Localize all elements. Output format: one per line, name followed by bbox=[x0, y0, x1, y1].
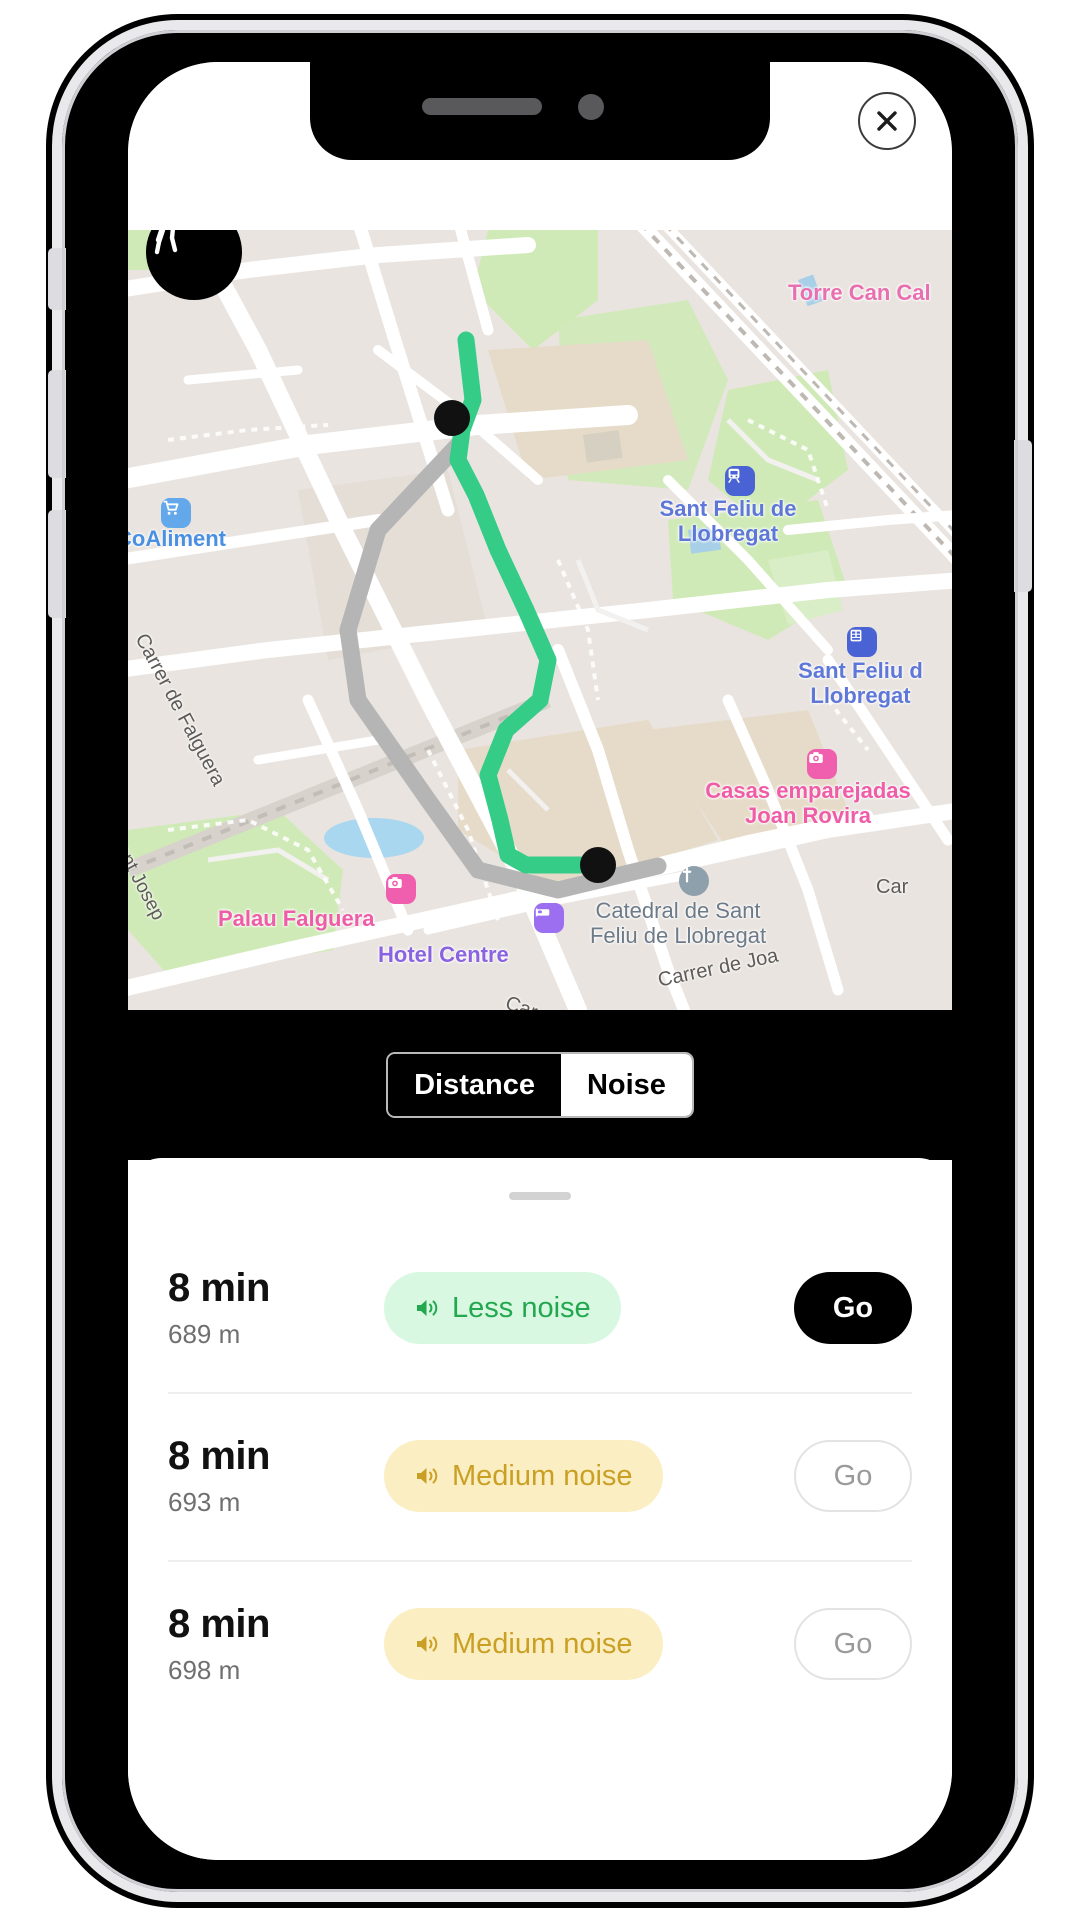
phone-screen: Torre Can Cal CoAliment Sant Feliu de Ll… bbox=[128, 62, 952, 1860]
walking-person-icon bbox=[154, 230, 178, 255]
go-button[interactable]: Go bbox=[794, 1608, 912, 1680]
poi-pin-catedral[interactable] bbox=[679, 866, 709, 896]
noise-badge[interactable]: Medium noise bbox=[384, 1440, 663, 1512]
poi-pin-sant-feliu-station[interactable] bbox=[725, 466, 755, 496]
street-label-car-right: Car bbox=[876, 876, 909, 898]
mode-toggle-band: Distance Noise bbox=[128, 1010, 952, 1160]
poi-pin-hotel-centre[interactable] bbox=[534, 903, 564, 933]
volume-icon bbox=[417, 1300, 438, 1316]
noise-badge-label: Medium noise bbox=[452, 1627, 633, 1660]
noise-badge[interactable]: Less noise bbox=[384, 1272, 621, 1344]
toggle-option-distance[interactable]: Distance bbox=[388, 1054, 561, 1116]
earpiece-speaker bbox=[422, 98, 542, 115]
go-button[interactable]: Go bbox=[794, 1272, 912, 1344]
go-button[interactable]: Go bbox=[794, 1440, 912, 1512]
routes-bottom-sheet: 8 min 689 m Less noise Go 8 min 693 m Me… bbox=[128, 1158, 952, 1860]
volume-icon bbox=[417, 1468, 438, 1484]
shopping-cart-icon bbox=[163, 500, 179, 515]
poi-pin-palau-falguera[interactable] bbox=[386, 874, 416, 904]
route-duration: 8 min bbox=[168, 1434, 270, 1478]
route-row[interactable]: 8 min 689 m Less noise Go bbox=[128, 1224, 952, 1392]
route-distance: 698 m bbox=[168, 1655, 241, 1685]
tram-icon bbox=[850, 629, 862, 642]
route-end-marker[interactable] bbox=[580, 847, 616, 883]
route-distance: 693 m bbox=[168, 1487, 241, 1517]
volume-icon bbox=[417, 1636, 438, 1652]
silent-switch[interactable] bbox=[48, 248, 66, 310]
route-summary: 8 min 693 m bbox=[168, 1434, 384, 1518]
church-icon bbox=[682, 867, 692, 883]
map-canvas[interactable]: Torre Can Cal CoAliment Sant Feliu de Ll… bbox=[128, 230, 952, 1010]
noise-badge[interactable]: Medium noise bbox=[384, 1608, 663, 1680]
camera-icon bbox=[388, 877, 402, 888]
power-button[interactable] bbox=[1014, 440, 1032, 592]
route-duration: 8 min bbox=[168, 1602, 270, 1646]
front-camera bbox=[578, 94, 604, 120]
sheet-drag-handle[interactable] bbox=[509, 1192, 571, 1200]
route-summary: 8 min 689 m bbox=[168, 1266, 384, 1350]
volume-up-button[interactable] bbox=[48, 370, 66, 478]
route-row[interactable]: 8 min 698 m Medium noise Go bbox=[128, 1560, 952, 1728]
mode-toggle[interactable]: Distance Noise bbox=[386, 1052, 694, 1118]
camera-icon bbox=[809, 752, 823, 763]
map-vector bbox=[128, 230, 952, 1010]
poi-pin-casas-emparejadas[interactable] bbox=[807, 749, 837, 779]
route-start-marker[interactable] bbox=[434, 400, 470, 436]
poi-pin-sant-feliu-tram[interactable] bbox=[847, 627, 877, 657]
route-list: 8 min 689 m Less noise Go 8 min 693 m Me… bbox=[128, 1224, 952, 1728]
phone-notch bbox=[310, 62, 770, 160]
close-button[interactable] bbox=[858, 92, 916, 150]
route-distance: 689 m bbox=[168, 1319, 241, 1349]
route-duration: 8 min bbox=[168, 1266, 270, 1310]
poi-pin-coaliment[interactable] bbox=[161, 498, 191, 528]
volume-down-button[interactable] bbox=[48, 510, 66, 618]
route-row[interactable]: 8 min 693 m Medium noise Go bbox=[128, 1392, 952, 1560]
route-summary: 8 min 698 m bbox=[168, 1602, 384, 1686]
bed-icon bbox=[535, 908, 550, 917]
toggle-option-noise[interactable]: Noise bbox=[560, 1054, 692, 1116]
noise-badge-label: Medium noise bbox=[452, 1459, 633, 1492]
noise-badge-label: Less noise bbox=[452, 1291, 591, 1324]
close-icon bbox=[877, 111, 897, 131]
train-icon bbox=[728, 468, 740, 483]
